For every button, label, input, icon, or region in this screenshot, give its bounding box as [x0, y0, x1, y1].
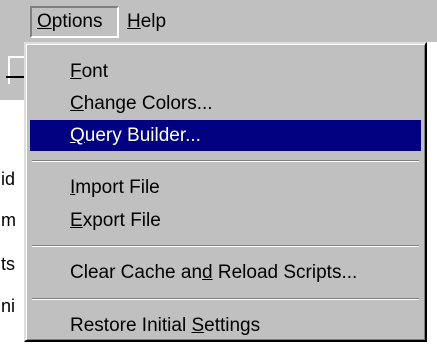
menu-help-mnemonic: H [127, 11, 141, 32]
menu-item-mnemonic: F [70, 61, 82, 82]
menu-item-import-file[interactable]: Import File [30, 172, 421, 203]
menu-options-mnemonic: O [37, 11, 52, 32]
menu-item-query-builder[interactable]: Query Builder... [30, 120, 421, 151]
menu-item-clear-cache[interactable]: Clear Cache and Reload Scripts... [30, 257, 421, 288]
menu-item-mnemonic: Q [70, 125, 85, 146]
menu-options-label-rest: ptions [51, 11, 103, 32]
menu-separator [32, 160, 419, 162]
background-text-fragment: ni [1, 296, 16, 316]
menu-item-label-part: ettings [204, 315, 261, 336]
menu-item-label-part: ont [81, 61, 109, 82]
menu-separator [32, 298, 419, 300]
menu-item-mnemonic: S [191, 315, 205, 336]
menu-item-label-part: hange Colors... [83, 93, 213, 114]
menu-item-restore-settings[interactable]: Restore Initial Settings [30, 310, 421, 341]
options-dropdown-menu: Font Change Colors... Query Builder... I… [24, 42, 427, 342]
menu-bar: Options Help [0, 0, 437, 42]
menu-item-export-file[interactable]: Export File [30, 205, 421, 236]
background-text-fragment: id [1, 169, 16, 189]
menu-item-mnemonic: C [70, 93, 84, 114]
menu-item-label-part: Restore Initial [70, 315, 192, 336]
background-text-fragment: m [1, 210, 16, 230]
background-toolbar [0, 42, 24, 100]
menu-help[interactable]: Help [122, 6, 171, 38]
menu-item-label-part: mport File [75, 177, 160, 198]
menu-help-label-rest: elp [140, 11, 167, 32]
background-text-fragment: ts [1, 254, 16, 274]
menu-item-font[interactable]: Font [30, 56, 421, 87]
menu-item-label-part: uery Builder... [84, 125, 201, 146]
menu-options[interactable]: Options [30, 6, 119, 38]
background-toolbar-dash [6, 76, 24, 78]
menu-item-change-colors[interactable]: Change Colors... [30, 88, 421, 119]
menu-separator [32, 245, 419, 247]
menu-item-label-part: Clear Cache an [70, 262, 203, 283]
menu-item-label-part: xport File [82, 210, 161, 231]
menu-item-mnemonic: E [70, 210, 83, 231]
background-toolbar-button [8, 56, 24, 84]
menu-item-mnemonic: d [202, 262, 213, 283]
menu-item-label-part: Reload Scripts... [212, 262, 358, 283]
